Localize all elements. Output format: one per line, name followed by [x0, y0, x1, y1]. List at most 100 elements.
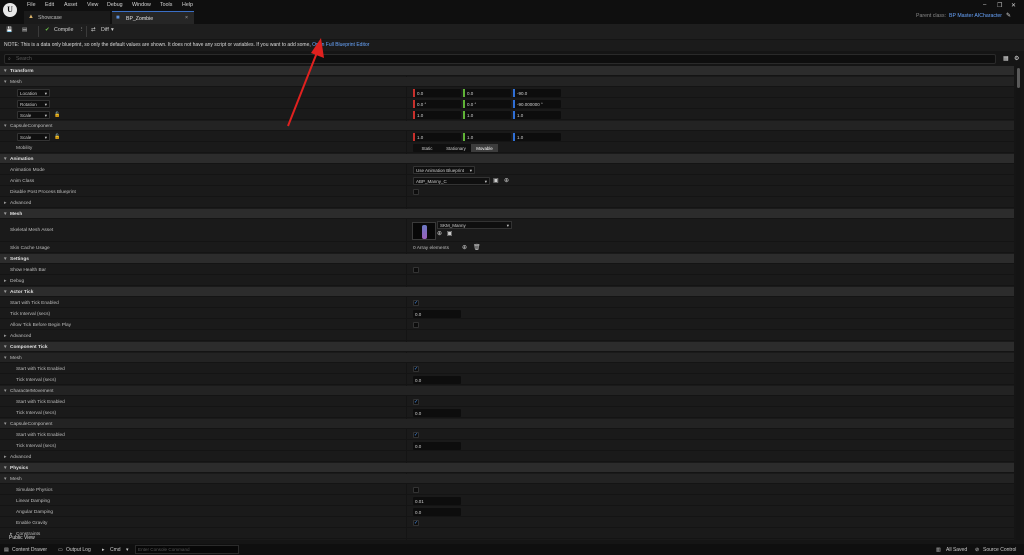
allow-tick-checkbox[interactable]: [413, 322, 419, 328]
maximize-icon[interactable]: ❐: [997, 2, 1002, 9]
cmd-button[interactable]: Cmd: [110, 547, 121, 553]
output-log-button[interactable]: Output Log: [66, 547, 91, 553]
menu-file[interactable]: File: [27, 2, 36, 8]
constraints-section[interactable]: ▸ Constraints: [0, 529, 1014, 539]
rotation-dropdown[interactable]: Rotation ▾: [17, 100, 50, 108]
location-y-field[interactable]: 0.0: [463, 89, 511, 97]
cmd-icon[interactable]: ▸: [102, 547, 105, 553]
menu-window[interactable]: Window: [132, 2, 151, 8]
actor-tick-advanced[interactable]: ▸ Advanced: [0, 331, 1014, 341]
menu-asset[interactable]: Asset: [64, 2, 77, 8]
skeletal-mesh-thumbnail[interactable]: [412, 222, 436, 240]
use-selected-icon[interactable]: ⊕: [437, 231, 442, 237]
scale-y-field[interactable]: 1.0: [463, 111, 511, 119]
browse-folder-icon[interactable]: ▣: [447, 231, 453, 237]
scale-dropdown[interactable]: Scale ▾: [17, 111, 50, 119]
trash-icon[interactable]: 🗑: [473, 244, 481, 251]
disable-post-process-checkbox[interactable]: [413, 189, 419, 195]
content-drawer-icon[interactable]: ▤: [4, 547, 9, 553]
mobility-selector[interactable]: Static Stationary Movable: [413, 144, 498, 152]
category-mesh[interactable]: ▾ Mesh: [0, 209, 1014, 219]
mobility-movable[interactable]: Movable: [471, 144, 498, 152]
rotation-z-field[interactable]: -90.000000 °: [513, 100, 561, 108]
parent-class-value[interactable]: BP Master AICharacter: [949, 13, 1002, 19]
save-icon[interactable]: 💾: [6, 27, 13, 33]
scale-z-field[interactable]: 1.0: [513, 133, 561, 141]
grid-view-icon[interactable]: ▦: [1003, 55, 1009, 62]
lock-icon[interactable]: 🔓: [54, 134, 60, 140]
anim-class-dropdown[interactable]: ABP_Manny_C ▾: [413, 177, 490, 185]
content-drawer-button[interactable]: Content Drawer: [12, 547, 47, 553]
scrollbar-track[interactable]: [1016, 66, 1021, 540]
menu-tools[interactable]: Tools: [160, 2, 172, 8]
component-group-character-movement[interactable]: ▾ CharacterMovement: [0, 386, 1014, 396]
category-transform[interactable]: ▾ Transform: [0, 66, 1014, 76]
rotation-y-field[interactable]: 0.0 °: [463, 100, 511, 108]
category-physics[interactable]: ▾ Physics: [0, 463, 1014, 473]
rotation-x-field[interactable]: 0.0 °: [413, 100, 461, 108]
location-x-field[interactable]: 0.0: [413, 89, 461, 97]
menu-help[interactable]: Help: [182, 2, 193, 8]
show-health-bar-checkbox[interactable]: [413, 267, 419, 273]
category-settings[interactable]: ▾ Settings: [0, 254, 1014, 264]
compile-button[interactable]: Compile: [54, 27, 73, 33]
add-element-icon[interactable]: ⊕: [462, 244, 467, 251]
simulate-physics-checkbox[interactable]: [413, 487, 419, 493]
start-tick-checkbox[interactable]: ✓: [413, 366, 419, 372]
start-tick-checkbox[interactable]: ✓: [413, 399, 419, 405]
skeletal-mesh-dropdown[interactable]: SKM_Manny ▾: [437, 221, 512, 229]
source-control-button[interactable]: Source Control: [983, 547, 1016, 553]
category-animation[interactable]: ▾ Animation: [0, 154, 1014, 164]
browse-icon[interactable]: ▤: [22, 27, 27, 33]
enable-gravity-checkbox[interactable]: ✓: [413, 520, 419, 526]
menu-debug[interactable]: Debug: [107, 2, 123, 8]
tick-interval-field[interactable]: 0.0: [413, 310, 461, 318]
component-group-mesh[interactable]: ▾ Mesh: [0, 353, 1014, 363]
close-tab-icon[interactable]: ×: [185, 15, 188, 21]
all-saved-status[interactable]: All Saved: [946, 547, 967, 553]
component-tick-advanced[interactable]: ▸ Advanced: [0, 452, 1014, 462]
chevron-down-icon[interactable]: ▾: [111, 27, 114, 33]
use-selected-icon[interactable]: ⊕: [504, 177, 509, 184]
settings-gear-icon[interactable]: ⚙: [1014, 55, 1019, 62]
tick-interval-field[interactable]: 0.0: [413, 442, 461, 450]
minimize-icon[interactable]: –: [983, 2, 986, 8]
public-view-label[interactable]: Public View: [9, 535, 35, 541]
scale-x-field[interactable]: 1.0: [413, 111, 461, 119]
scrollbar-thumb[interactable]: [1017, 68, 1020, 88]
console-command-input[interactable]: Enter Console Command: [135, 545, 239, 554]
location-z-field[interactable]: -90.0: [513, 89, 561, 97]
scale-dropdown[interactable]: Scale ▾: [17, 133, 50, 141]
search-input[interactable]: ⌕ Search: [4, 54, 996, 64]
edit-pencil-icon[interactable]: ✎: [1006, 12, 1011, 19]
browse-folder-icon[interactable]: ▣: [493, 177, 499, 184]
angular-damping-field[interactable]: 0.0: [413, 508, 461, 516]
output-log-icon[interactable]: ▭: [58, 547, 63, 553]
tab-showcase[interactable]: ▲ Showcase: [24, 11, 110, 24]
compile-options-icon[interactable]: ⋮: [79, 27, 84, 33]
mobility-static[interactable]: Static: [413, 144, 441, 152]
tick-interval-field[interactable]: 0.0: [413, 409, 461, 417]
group-mesh[interactable]: ▾ Mesh: [0, 77, 1014, 87]
linear-damping-field[interactable]: 0.01: [413, 497, 461, 505]
component-group-capsule[interactable]: ▾ CapsuleComponent: [0, 419, 1014, 429]
group-capsule[interactable]: ▾ CapsuleComponent: [0, 121, 1014, 131]
unreal-logo-icon[interactable]: U: [3, 3, 17, 17]
menu-view[interactable]: View: [87, 2, 98, 8]
scale-z-field[interactable]: 1.0: [513, 111, 561, 119]
location-dropdown[interactable]: Location ▾: [17, 89, 50, 97]
animation-advanced[interactable]: ▸ Advanced: [0, 198, 1014, 208]
category-actor-tick[interactable]: ▾ Actor Tick: [0, 287, 1014, 297]
mobility-stationary[interactable]: Stationary: [441, 144, 471, 152]
category-component-tick[interactable]: ▾ Component Tick: [0, 342, 1014, 352]
chevron-down-icon[interactable]: ▾: [126, 547, 129, 553]
menu-edit[interactable]: Edit: [45, 2, 54, 8]
tab-bp-zombie[interactable]: ■ BP_Zombie ×: [112, 11, 194, 24]
tick-interval-field[interactable]: 0.0: [413, 376, 461, 384]
scale-x-field[interactable]: 1.0: [413, 133, 461, 141]
scale-y-field[interactable]: 1.0: [463, 133, 511, 141]
animation-mode-dropdown[interactable]: Use Animation Blueprint ▾: [413, 166, 475, 174]
lock-icon[interactable]: 🔓: [54, 112, 60, 118]
physics-group-mesh[interactable]: ▾ Mesh: [0, 474, 1014, 484]
diff-icon[interactable]: ⇄: [91, 27, 95, 33]
